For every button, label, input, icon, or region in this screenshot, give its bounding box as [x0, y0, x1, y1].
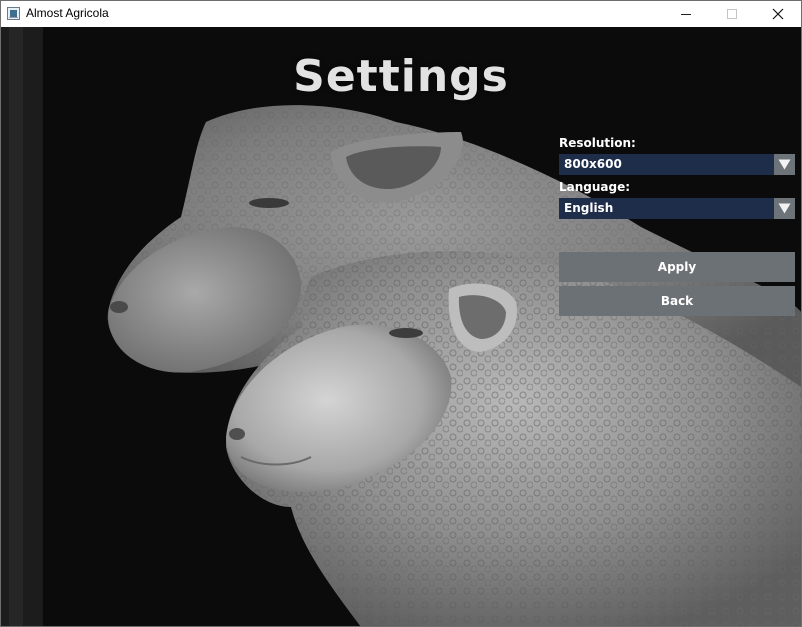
title-bar[interactable]: Almost Agricola	[1, 1, 801, 27]
resolution-label: Resolution:	[559, 136, 636, 150]
resolution-dropdown-arrow[interactable]	[774, 154, 795, 175]
language-label: Language:	[559, 180, 631, 194]
minimize-button[interactable]	[663, 1, 709, 27]
apply-button[interactable]: Apply	[559, 252, 795, 282]
settings-screen: Settings Resolution: 800x600 Language: E…	[1, 27, 801, 626]
app-window-icon	[7, 7, 20, 20]
resolution-dropdown[interactable]: 800x600	[559, 154, 795, 175]
resolution-value: 800x600	[564, 157, 622, 171]
maximize-button[interactable]	[709, 1, 755, 27]
triangle-down-icon	[778, 203, 791, 214]
close-button[interactable]	[755, 1, 801, 27]
sheep-background-image	[1, 27, 801, 626]
language-dropdown-arrow[interactable]	[774, 198, 795, 219]
window-title: Almost Agricola	[26, 6, 109, 20]
language-dropdown[interactable]: English	[559, 198, 795, 219]
maximize-icon	[727, 9, 737, 19]
close-icon	[772, 8, 784, 20]
page-title: Settings	[293, 51, 509, 102]
minimize-icon	[681, 13, 691, 15]
app-window: Almost Agricola Settings Resolution: 800…	[0, 0, 802, 627]
triangle-down-icon	[778, 159, 791, 170]
back-button[interactable]: Back	[559, 286, 795, 316]
language-value: English	[564, 201, 614, 215]
